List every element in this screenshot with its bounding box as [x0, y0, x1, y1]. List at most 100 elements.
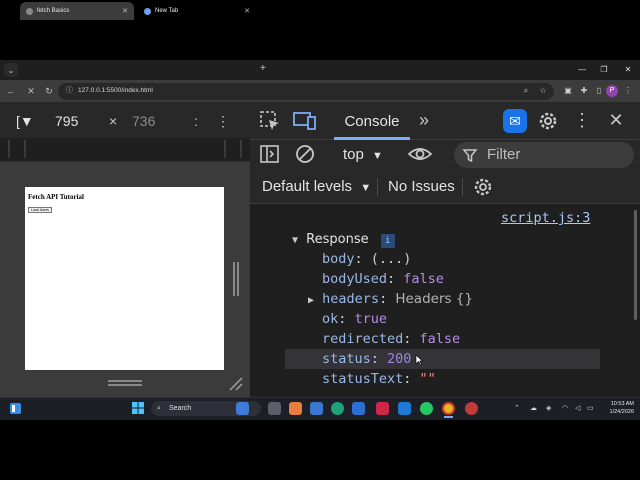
more-tabs-icon[interactable]: »: [412, 109, 436, 131]
sidebar-toggle-icon[interactable]: [259, 144, 281, 164]
battery-icon[interactable]: ▭: [587, 404, 594, 414]
extension-icon[interactable]: ▣: [562, 85, 574, 97]
browser-menu-icon[interactable]: ⋮: [622, 85, 634, 97]
clear-console-icon[interactable]: [294, 144, 316, 164]
search-highlight-icon: [236, 402, 249, 415]
viewport-corner-resize-icon[interactable]: [228, 376, 244, 392]
tab-title: fetch Basics: [37, 8, 70, 14]
windows-start-icon[interactable]: [132, 402, 144, 414]
chrome-favicon-icon: [144, 7, 151, 15]
property-value[interactable]: (...): [371, 251, 412, 267]
window-close-icon[interactable]: ✕: [622, 64, 634, 76]
volume-icon[interactable]: ◁: [575, 404, 580, 414]
back-icon[interactable]: ←: [4, 84, 18, 98]
property-row[interactable]: statusText: "": [322, 369, 436, 389]
maximize-icon[interactable]: ❐: [598, 64, 610, 76]
minimize-icon[interactable]: —: [576, 64, 588, 76]
reload-icon[interactable]: ↻: [42, 84, 56, 98]
security-icon[interactable]: ◈: [546, 404, 551, 414]
throttle-select[interactable]: :: [194, 112, 198, 130]
device-more-icon[interactable]: ⋮: [216, 112, 230, 130]
object-label: Response: [306, 232, 369, 247]
load-users-button[interactable]: Load Users: [28, 207, 52, 213]
edge-icon[interactable]: [331, 402, 344, 415]
property-row[interactable]: bodyUsed: false: [322, 269, 444, 289]
property-row[interactable]: body: (...): [322, 249, 411, 269]
clock-date: 1/24/2026: [609, 409, 634, 415]
property-row[interactable]: redirected: false: [322, 329, 460, 349]
page-viewport: [25, 187, 224, 370]
search-placeholder: Search: [169, 405, 192, 412]
device-toolbar: [0, 102, 250, 138]
property-key: ok: [322, 311, 339, 327]
divider: [462, 178, 463, 196]
devtools-logo-icon[interactable]: ✕: [24, 84, 38, 98]
info-icon[interactable]: i: [380, 234, 395, 248]
property-value: "": [419, 371, 436, 387]
viewport-height-resize-handle[interactable]: [108, 380, 142, 386]
profile-avatar[interactable]: P: [606, 85, 618, 97]
live-expression-eye-icon[interactable]: [407, 145, 433, 163]
console-settings-gear-icon[interactable]: [472, 176, 494, 198]
log-levels-select[interactable]: Default levels ▼: [262, 177, 371, 198]
dimension-separator: ×: [109, 113, 118, 129]
tab-strip: [0, 60, 640, 80]
app-icon[interactable]: [465, 402, 478, 415]
widgets-icon[interactable]: [10, 403, 21, 414]
new-tab-icon[interactable]: +: [260, 63, 266, 75]
property-value: false: [403, 271, 444, 287]
close-tab-icon[interactable]: ✕: [244, 7, 250, 15]
close-devtools-icon[interactable]: ✕: [604, 109, 628, 131]
taskbar-clock[interactable]: 10:53 AM 1/24/2026: [600, 400, 634, 416]
extensions-puzzle-icon[interactable]: ✚: [578, 85, 590, 97]
source-link[interactable]: script.js:3: [501, 208, 590, 228]
site-info-icon[interactable]: ⓘ: [66, 85, 73, 97]
store-icon[interactable]: [352, 402, 365, 415]
property-row[interactable]: ok: true: [322, 309, 387, 329]
side-panel-icon[interactable]: ▯: [593, 85, 605, 97]
tab-search-icon[interactable]: ⌄: [4, 63, 18, 77]
bookmark-star-icon[interactable]: ☆: [537, 85, 549, 97]
settings-gear-icon[interactable]: [536, 109, 560, 133]
viewport-width-resize-handle[interactable]: [233, 262, 239, 296]
property-value: false: [419, 331, 461, 347]
onedrive-icon[interactable]: ☁: [530, 404, 537, 414]
task-view-icon[interactable]: [268, 402, 281, 415]
url-text[interactable]: 127.0.0.1:5500/index.html: [78, 86, 153, 96]
property-key: status: [322, 351, 371, 367]
copilot-icon[interactable]: [289, 402, 302, 415]
filter-input[interactable]: [454, 142, 634, 168]
zoom-icon[interactable]: ⌕: [520, 85, 532, 97]
media-player-icon[interactable]: [376, 402, 389, 415]
close-tab-icon[interactable]: ✕: [122, 7, 128, 15]
response-object-row[interactable]: ▼ Response i: [292, 229, 395, 251]
tab-console[interactable]: Console: [334, 104, 410, 140]
tab-fetch-basics[interactable]: fetch Basics ✕: [20, 2, 134, 20]
clock-time: 10:53 AM: [610, 401, 634, 407]
file-explorer-icon[interactable]: [310, 402, 323, 415]
property-row[interactable]: status: 200: [322, 349, 411, 369]
device-select[interactable]: [▼: [16, 112, 34, 130]
whatsapp-icon[interactable]: [420, 402, 433, 415]
device-toggle-icon[interactable]: [292, 109, 318, 133]
chrome-icon[interactable]: [442, 402, 455, 415]
collapsed-triangle-icon[interactable]: ▶: [308, 295, 314, 306]
context-value: top: [343, 146, 364, 163]
devtools-menu-icon[interactable]: ⋮: [570, 109, 594, 131]
issues-button[interactable]: No Issues: [388, 177, 455, 197]
inspect-element-icon[interactable]: [258, 109, 282, 133]
tab-new-tab[interactable]: New Tab ✕: [138, 2, 256, 20]
wifi-icon[interactable]: ◠: [562, 404, 568, 414]
page-title: Fetch API Tutorial: [28, 193, 85, 201]
context-select[interactable]: top ▼: [343, 145, 383, 166]
expanded-triangle-icon[interactable]: ▼: [292, 235, 298, 246]
issues-badge-icon[interactable]: ✉: [503, 109, 527, 133]
device-height-input[interactable]: 736: [132, 112, 155, 130]
console-scrollbar[interactable]: [634, 210, 637, 320]
property-value: Headers {}: [395, 291, 474, 307]
active-app-indicator: [444, 416, 453, 418]
device-width-input[interactable]: 795: [55, 112, 78, 130]
vscode-icon[interactable]: [398, 402, 411, 415]
property-row[interactable]: ▶ headers: Headers {}: [308, 289, 473, 311]
tray-overflow-icon[interactable]: ⌃: [514, 404, 520, 414]
